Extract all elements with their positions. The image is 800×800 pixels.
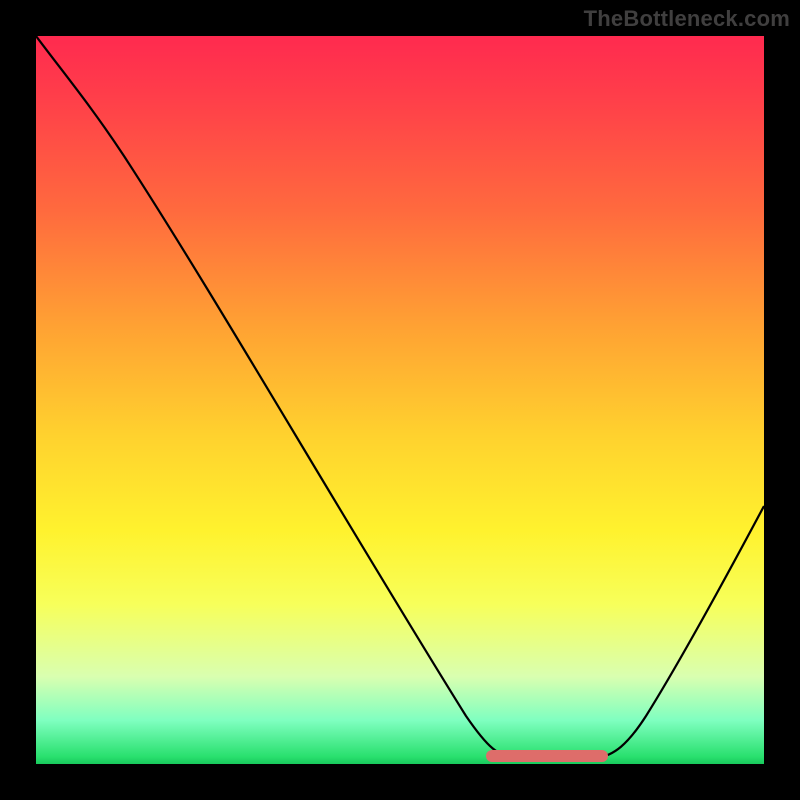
plot-area [36,36,764,764]
watermark-text: TheBottleneck.com [584,6,790,32]
bottleneck-curve [36,36,764,758]
chart-frame: TheBottleneck.com [0,0,800,800]
chart-svg [36,36,764,764]
